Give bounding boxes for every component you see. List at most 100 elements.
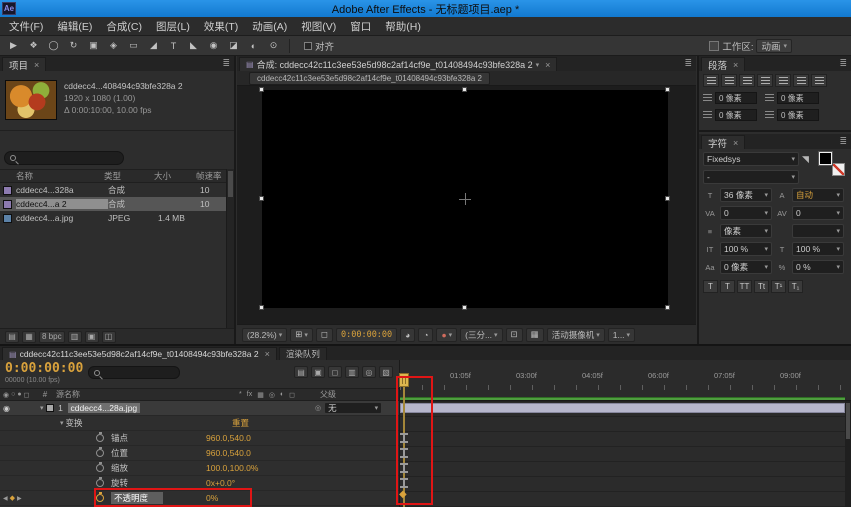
comp-navigator-button[interactable]: cddecc42c11c3ee53e5d98c2af14cf9e_t014084…: [249, 72, 490, 85]
composition-frame[interactable]: [262, 90, 668, 308]
menu-item[interactable]: 效果(T): [197, 19, 245, 34]
title-bar[interactable]: Ae Adobe After Effects - 无标题项目.aep *: [0, 0, 851, 17]
track-rows[interactable]: [400, 401, 845, 507]
selection-handle[interactable]: [259, 305, 264, 310]
justify-last-left-button[interactable]: [757, 74, 773, 87]
composition-mini-flowchart-button[interactable]: ▤: [294, 366, 308, 378]
quality-icon[interactable]: *: [239, 391, 242, 399]
property-value[interactable]: 960.0,540.0: [206, 448, 251, 458]
transform-group-row[interactable]: ▾ 变换 重置: [0, 416, 399, 431]
menu-item[interactable]: 窗口: [343, 19, 378, 34]
vertical-scale-dropdown[interactable]: 100 %▾: [720, 242, 772, 256]
space-before-field[interactable]: 0 像素: [703, 109, 757, 121]
justify-all-button[interactable]: [811, 74, 827, 87]
motion-blur-button[interactable]: ◎: [362, 366, 376, 378]
prev-keyframe-icon[interactable]: ◀: [3, 495, 8, 502]
stopwatch-icon[interactable]: [96, 479, 104, 487]
faux-style-button[interactable]: T: [720, 280, 735, 293]
faux-style-button[interactable]: Tt: [754, 280, 769, 293]
parent-column[interactable]: 父级: [312, 389, 399, 400]
eye-icon[interactable]: ◉: [3, 391, 9, 399]
menu-item[interactable]: 文件(F): [2, 19, 50, 34]
transform-property-row[interactable]: ◀ ◆ ▶ 位置 960.0,540.0: [0, 446, 399, 461]
interpret-footage-button[interactable]: ▦: [22, 331, 36, 343]
current-time-display[interactable]: 0:00:00:00 ▾: [336, 328, 397, 342]
horizontal-scale-dropdown[interactable]: 100 %▾: [792, 242, 844, 256]
menu-item[interactable]: 帮助(H): [378, 19, 428, 34]
eye-icon[interactable]: ◉: [3, 404, 10, 413]
stopwatch-icon[interactable]: [96, 494, 104, 502]
selection-handle[interactable]: [462, 87, 467, 92]
workspace-dropdown[interactable]: 动画 ▾: [756, 39, 792, 53]
snapshot-button[interactable]: ◕ ▾: [400, 328, 415, 342]
project-flowchart-button[interactable]: ▤: [5, 331, 19, 343]
frame-blend-button[interactable]: ▥: [345, 366, 359, 378]
faux-style-button[interactable]: TT: [737, 280, 752, 293]
font-family-dropdown[interactable]: Fixedsys ▾: [703, 152, 799, 166]
mask-visibility-button[interactable]: ◻ ▾: [316, 328, 333, 342]
timeline-search-input[interactable]: [88, 366, 180, 379]
panel-menu-icon[interactable]: ≣: [222, 58, 230, 69]
stopwatch-icon[interactable]: [96, 449, 104, 457]
align-center-button[interactable]: [721, 74, 737, 87]
project-item-row[interactable]: cddecc4...a 2 合成 10: [0, 197, 226, 211]
time-ruler[interactable]: 01:05f03:00f04:05f06:00f07:05f09:00f: [400, 371, 845, 380]
selection-handle[interactable]: [259, 87, 264, 92]
tab-composition[interactable]: ▤ 合成: cddecc42c11c3ee53e5d98c2af14cf9e_t…: [239, 57, 557, 71]
channels-button[interactable]: ● ▾: [436, 328, 457, 342]
source-name-column[interactable]: 源名称: [52, 389, 222, 400]
indent-right-field[interactable]: 0 像素: [765, 92, 819, 104]
tab-project[interactable]: 项目 ×: [2, 57, 46, 71]
layer-color-swatch[interactable]: [46, 404, 54, 412]
column-frame-rate[interactable]: 帧速率: [196, 170, 226, 182]
transform-property-row[interactable]: ◀ ◆ ▶ 不透明度 0%: [0, 491, 399, 506]
transform-property-row[interactable]: ◀ ◆ ▶ 旋转 0x+0.0°: [0, 476, 399, 491]
hide-shy-button[interactable]: ◻: [328, 366, 342, 378]
fx-icon[interactable]: fx: [247, 391, 252, 399]
adjustment-layer-icon[interactable]: ◐: [280, 391, 284, 399]
property-value[interactable]: 0x+0.0°: [206, 478, 235, 488]
opacity-keyframe-icon[interactable]: ◆: [399, 489, 407, 500]
active-camera-dropdown[interactable]: 活动摄像机 ▾: [547, 328, 605, 342]
pan-behind-tool[interactable]: ◈: [104, 38, 123, 54]
unified-camera-tool[interactable]: ▣: [84, 38, 103, 54]
snap-checkbox[interactable]: [304, 42, 312, 50]
pen-tool[interactable]: ◢: [144, 38, 163, 54]
roi-button[interactable]: ⊡ ▾: [506, 328, 523, 342]
timeline-tab[interactable]: ▤ cddecc42c11c3ee53e5d98c2af14cf9e_t0140…: [2, 347, 277, 360]
faux-style-button[interactable]: T: [703, 280, 718, 293]
lock-icon[interactable]: ◻: [24, 391, 30, 399]
fill-stroke-swatches[interactable]: [819, 152, 845, 176]
transparency-grid-button[interactable]: ▦ ▾: [526, 328, 544, 342]
menu-item[interactable]: 合成(C): [99, 19, 149, 34]
panel-menu-icon[interactable]: ≣: [839, 136, 847, 147]
cube-3d-icon[interactable]: ◻: [289, 391, 295, 399]
close-icon[interactable]: ×: [733, 60, 738, 70]
layer-row[interactable]: ◉ ▾ 1 cddecc4...28a.jpg ◎ 无 ▾: [0, 401, 399, 416]
layer-name[interactable]: cddecc4...28a.jpg: [68, 403, 141, 413]
clone-stamp-tool[interactable]: ◉: [204, 38, 223, 54]
hand-tool[interactable]: ❖: [24, 38, 43, 54]
selection-handle[interactable]: [665, 305, 670, 310]
timeline-scrollbar[interactable]: [845, 401, 851, 507]
snap-toggle[interactable]: 对齐: [304, 39, 334, 53]
motion-blur-icon[interactable]: ◎: [269, 391, 275, 399]
show-snapshot-button[interactable]: ◔ ▾: [418, 328, 433, 342]
transform-property-row[interactable]: ◀ ◆ ▶ 锚点 960.0,540.0: [0, 431, 399, 446]
leading-dropdown[interactable]: 自动▾: [792, 188, 844, 202]
new-composition-button[interactable]: ▣: [85, 331, 99, 343]
column-name[interactable]: 名称: [0, 170, 104, 182]
stopwatch-icon[interactable]: [96, 464, 104, 472]
tsume-dropdown[interactable]: 0 %▾: [792, 260, 844, 274]
stroke-color-swatch[interactable]: [832, 163, 845, 176]
color-depth-button[interactable]: 8 bpc: [39, 331, 65, 343]
layer-expander[interactable]: ▾: [40, 404, 44, 412]
type-tool[interactable]: T: [164, 38, 183, 54]
project-item-row[interactable]: cddecc4...328a 合成 10: [0, 183, 226, 197]
footage-thumbnail[interactable]: [5, 80, 57, 120]
grid-guides-button[interactable]: ⊞ ▾: [290, 328, 313, 342]
keyframe-navigator[interactable]: ◀ ◆ ▶: [3, 491, 22, 505]
parent-pickwhip-icon[interactable]: ◎: [315, 404, 321, 412]
current-time-indicator[interactable]: [399, 373, 409, 387]
draft-3d-button[interactable]: ▣: [311, 366, 325, 378]
